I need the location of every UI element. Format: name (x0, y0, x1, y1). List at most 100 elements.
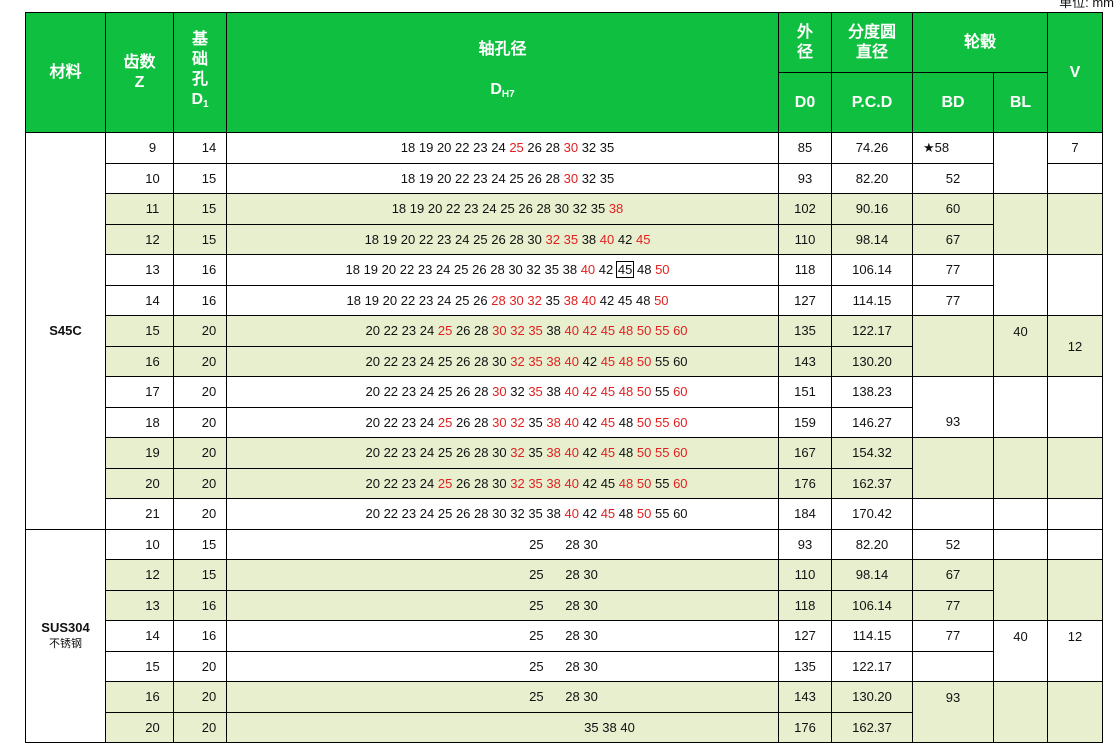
hub-bd: 67 (912, 223, 994, 255)
pcd-value: 146.27 (831, 406, 913, 438)
bore-size: 28 (474, 475, 489, 491)
bore-size: 50 (636, 323, 652, 339)
bore-size: 18 (346, 292, 361, 308)
pcd-value: 98.14 (831, 559, 913, 591)
teeth-count: 21 (105, 498, 174, 530)
bore-size: 20 (427, 201, 443, 217)
bore-size: 28 (536, 201, 551, 217)
base-hole: 20 (173, 498, 227, 530)
bore-size: 42 (582, 475, 598, 491)
table-row: S45C 9 14 18 19 20 22 23 24 25 26 28 30 32 … (25, 132, 1104, 530)
v-value: 12 (1047, 315, 1104, 377)
bore-cell: 25 28 30 (226, 589, 779, 621)
table-row: 10 15 18 19 20 22 23 24 25 26 28 30 32 35 … (26, 162, 1104, 194)
bore-size: 23 (401, 384, 417, 400)
bore-size: 42 (599, 292, 615, 308)
bore-size: 35 (590, 201, 606, 217)
teeth-count: 12 (105, 559, 174, 591)
bore-size: 24 (419, 384, 435, 400)
bore-size: 30 (563, 140, 579, 156)
outer-dia: 159 (778, 406, 832, 438)
bore-size: 30 (492, 384, 507, 400)
v-cell (1047, 437, 1104, 499)
outer-dia: 135 (778, 650, 832, 682)
bore-size: 22 (399, 262, 415, 278)
bore-size: 30 (583, 567, 598, 583)
bore-size: 35 (563, 231, 579, 247)
bore-size: 48 (635, 292, 651, 308)
bore-size: 20 (365, 506, 380, 522)
teeth-count: 15 (105, 315, 174, 347)
bore-size: 24 (419, 414, 435, 430)
bore-size: 48 (636, 262, 652, 278)
bore-size: 22 (383, 445, 399, 461)
outer-dia: 184 (778, 498, 832, 530)
header-teeth: 齿数 Z (105, 12, 174, 133)
bore-cell: 20 22 23 24 25 26 28 30 32 35 38 40 42 4… (226, 437, 779, 469)
bore-size: 40 (580, 262, 596, 278)
bore-size: 60 (673, 384, 688, 400)
teeth-count: 20 (105, 467, 174, 499)
bore-size: 45 (600, 414, 616, 430)
hub-bl (992, 528, 1049, 560)
table-row: 13 16 18 19 20 22 23 24 25 26 28 30 32 35 … (26, 254, 1104, 316)
bore-size: 55 (654, 414, 670, 430)
bore-size: 26 (455, 384, 471, 400)
bore-size: 26 (518, 201, 533, 217)
bore-size: 48 (618, 475, 634, 491)
bore-size: 22 (383, 384, 399, 400)
teeth-count: 18 (105, 406, 174, 438)
outer-dia: 176 (778, 467, 832, 499)
table-row: 21 20 20 22 23 24 25 26 28 30 32 35 38 40 … (26, 498, 1104, 530)
outer-dia: 93 (778, 162, 832, 194)
bore-size: 35 (528, 445, 543, 461)
bore-size: 32 (510, 414, 525, 430)
bore-size: 32 (581, 170, 597, 186)
hub-bl (992, 498, 1049, 530)
bore-size: 22 (455, 140, 470, 156)
outer-dia: 93 (778, 528, 832, 560)
teeth-count: 16 (105, 345, 174, 377)
bore-size: 50 (654, 292, 669, 308)
hub-bd (912, 315, 994, 377)
bore-size: 38 (546, 445, 561, 461)
outer-dia: 151 (778, 376, 832, 408)
bore-size: 55 (654, 353, 670, 369)
header-od-l2: 径 (796, 43, 813, 61)
pcd-value: 74.26 (831, 132, 913, 164)
pcd-value: 106.14 (831, 254, 913, 286)
bore-size: 25 (529, 689, 544, 705)
bore-size: 23 (473, 170, 488, 186)
sprocket-spec-table: 材料 齿数 Z 基 础 孔 D1 轴孔径 DH7 外 径 分度圆 直径 轮毂 V… (25, 12, 1104, 743)
bore-size: 60 (673, 323, 688, 339)
bore-size: 48 (618, 384, 634, 400)
bore-size: 35 (545, 292, 560, 308)
bore-size: 22 (383, 353, 399, 369)
hub-bd-93: 93 (912, 376, 994, 438)
bore-size: 22 (445, 201, 461, 217)
bore-cell: 20 22 23 24 25 26 28 30 32 35 38 40 42 4… (226, 406, 779, 438)
bore-size: 25 (529, 597, 544, 613)
outer-dia: 135 (778, 315, 832, 347)
bore-size: 20 (400, 231, 416, 247)
bore-size: 40 (564, 414, 579, 430)
bore-size: 42 (582, 445, 598, 461)
bore-size: 22 (383, 323, 399, 339)
hub-bl (992, 132, 1049, 194)
bore-size: 45 (617, 292, 633, 308)
bore-size: 20 (382, 292, 398, 308)
teeth-count: 16 (105, 681, 174, 713)
bore-cell: 25 28 30 (226, 620, 779, 652)
bore-size: 32 (581, 140, 597, 156)
bore-size: 25 (437, 353, 453, 369)
bore-size: 45 (600, 506, 616, 522)
bore-size: 22 (383, 506, 399, 522)
base-hole: 16 (173, 620, 227, 652)
bore-size: 28 (565, 597, 580, 613)
bore-size: 28 (565, 689, 580, 705)
bore-cell: 25 28 30 (226, 650, 779, 682)
bore-size: 28 (474, 445, 489, 461)
bore-size: 25 (437, 506, 453, 522)
teeth-count: 19 (105, 437, 174, 469)
hub-bd (912, 498, 994, 530)
